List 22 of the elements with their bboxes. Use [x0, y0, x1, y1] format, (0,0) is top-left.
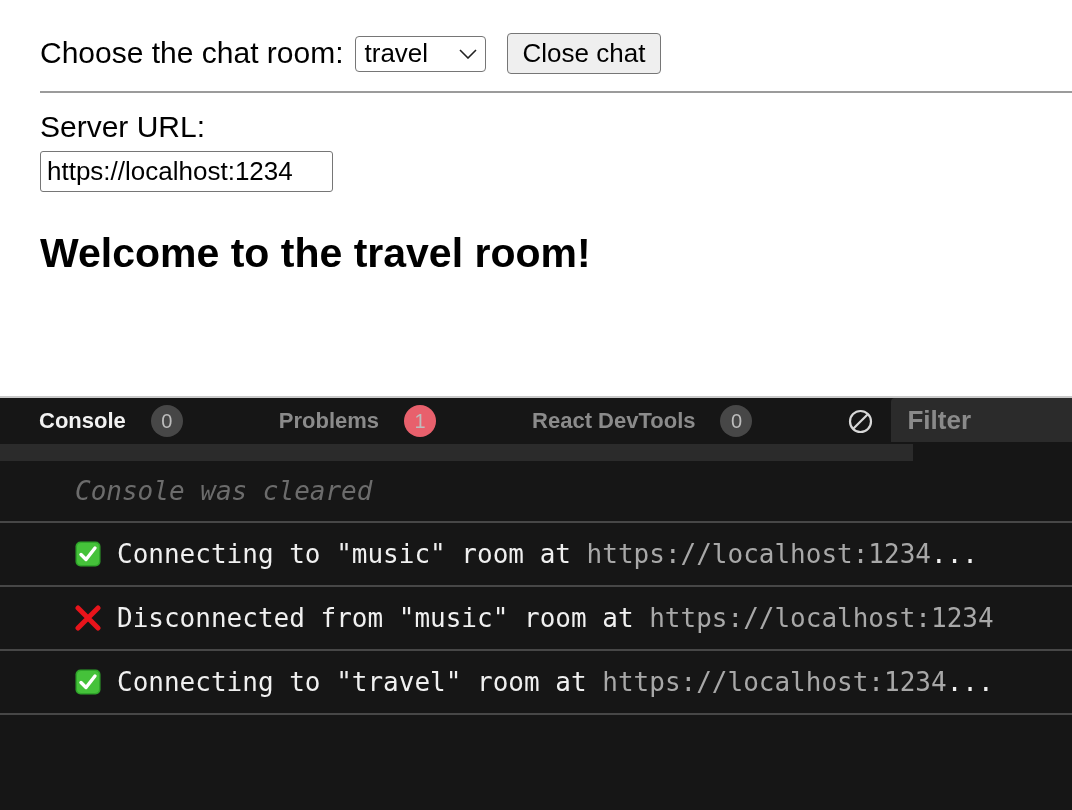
devtools-tab[interactable]: React DevTools 0 [532, 398, 753, 444]
chat-room-label: Choose the chat room: [40, 36, 344, 71]
filter-field[interactable]: Filter [891, 398, 1072, 442]
circle-slash-icon[interactable] [848, 408, 874, 434]
count-badge: 0 [150, 405, 183, 437]
room-select[interactable]: travel [354, 35, 486, 72]
chevron-down-icon [458, 48, 477, 59]
close-chat-button[interactable]: Close chat [506, 33, 662, 74]
check-mark-icon [75, 669, 101, 695]
server-url-label: Server URL: [40, 110, 207, 145]
console-cleared-message: Console was cleared [75, 476, 373, 506]
cross-mark-icon [75, 605, 101, 631]
log-message: Disconnected from "music" room at https://localhost:1234 [117, 603, 994, 633]
count-badge: 0 [720, 405, 753, 437]
log-message: Connecting to "travel" room at https://localhost:1234... [117, 667, 994, 697]
count-badge: 1 [404, 405, 437, 437]
devtools-tab[interactable]: Problems 1 [278, 398, 437, 444]
check-mark-icon [75, 541, 101, 567]
server-url-field[interactable]: https://localhost:1234 [40, 150, 333, 192]
devtools-tab[interactable]: Console 0 [39, 398, 183, 444]
log-message: Connecting to "music" room at https://localhost:1234... [117, 539, 978, 569]
welcome-heading: Welcome to the travel room! [40, 229, 592, 277]
